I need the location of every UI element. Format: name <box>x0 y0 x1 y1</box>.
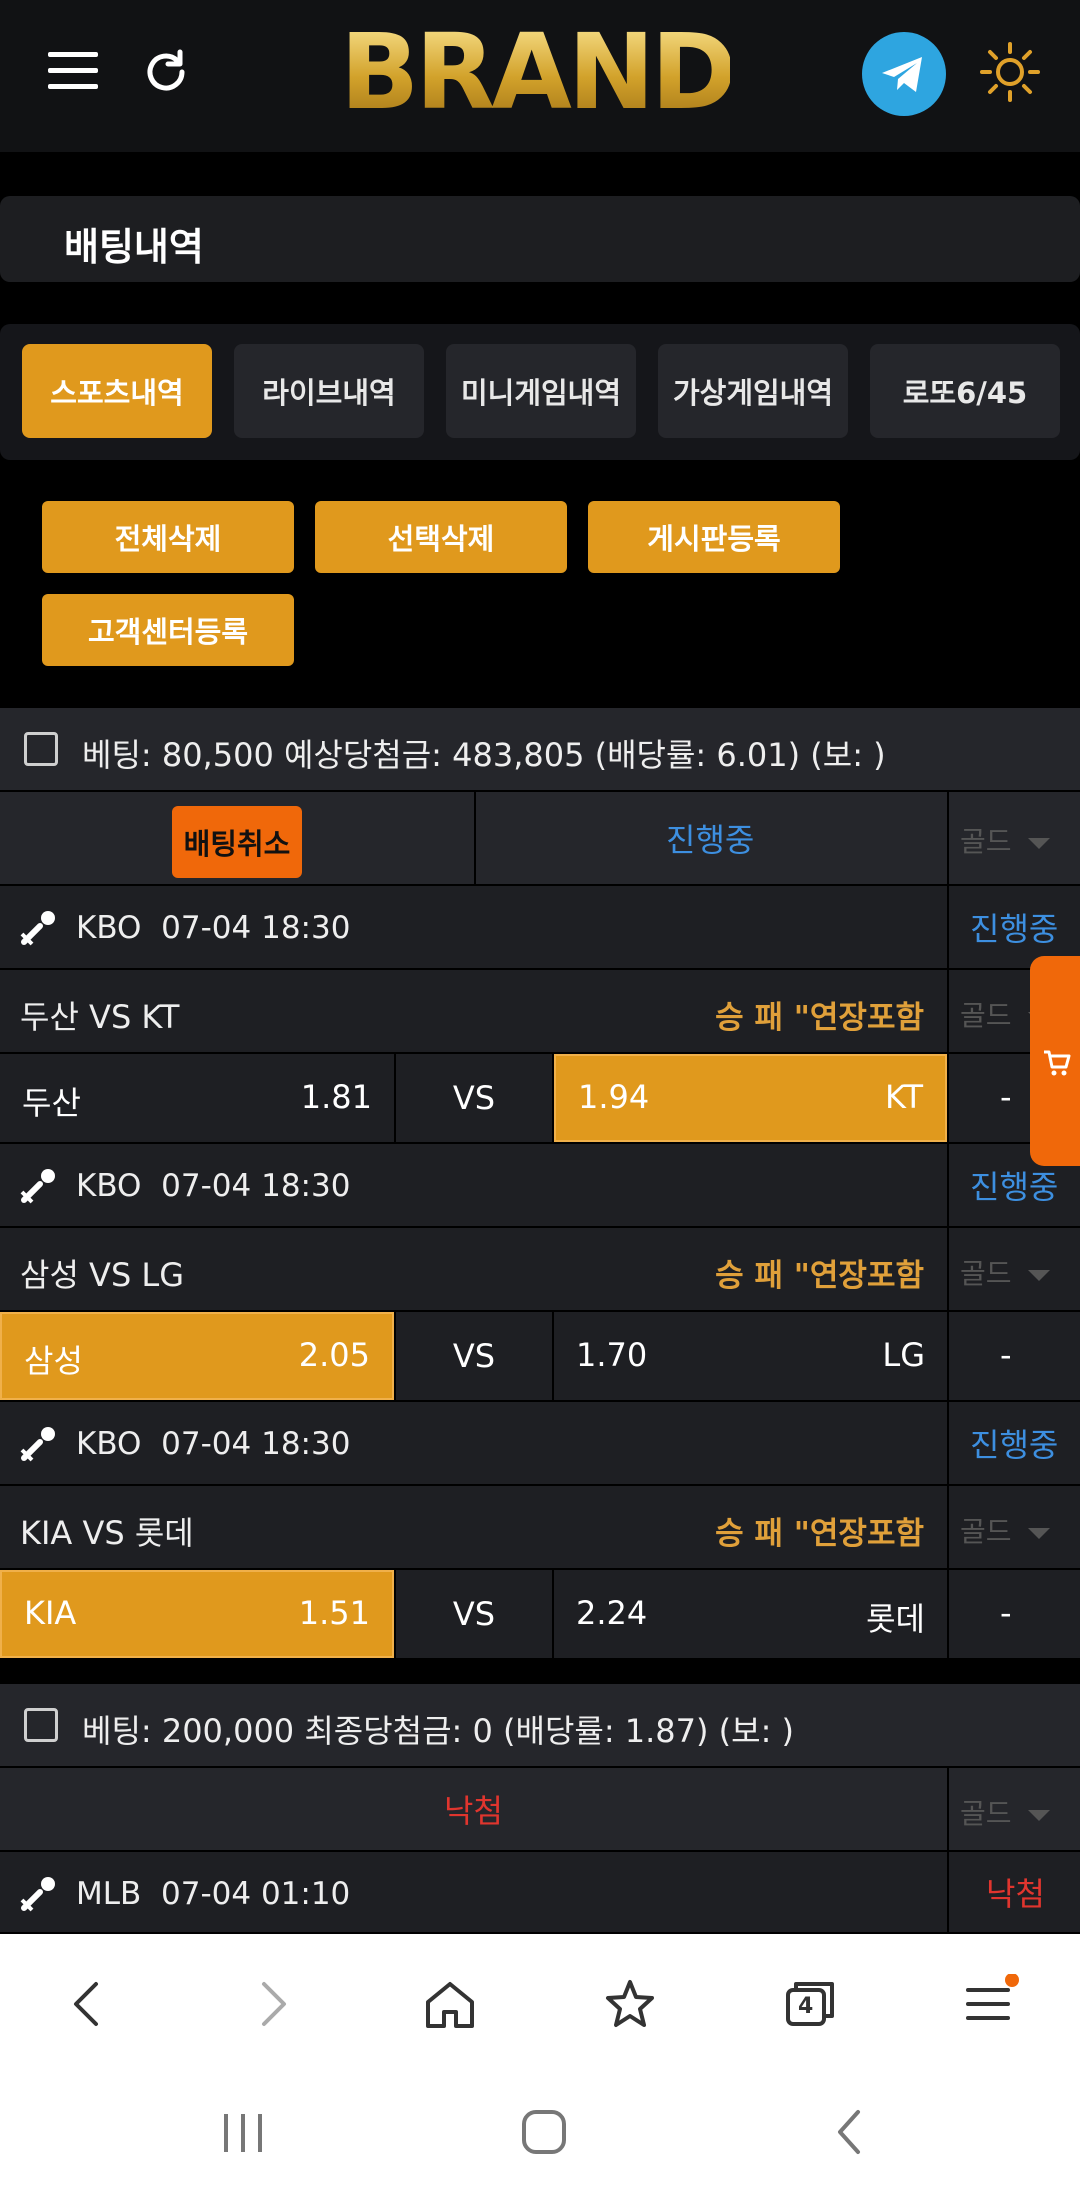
bet-checkbox[interactable] <box>24 732 58 766</box>
brand-logo[interactable]: BRAND <box>340 20 737 124</box>
bet-summary-row: 베팅: 200,000 최종당첨금: 0 (배당률: 1.87) (보: ) <box>0 1684 1080 1768</box>
tab-live[interactable]: 라이브내역 <box>234 344 424 438</box>
hamburger-menu-icon[interactable] <box>48 52 98 92</box>
game-header-row: MLB 07-04 01:10 낙첨 <box>0 1852 1080 1934</box>
sun-icon[interactable] <box>978 40 1042 104</box>
forward-icon[interactable] <box>242 1974 302 2034</box>
tab-count: 4 <box>798 1994 814 2019</box>
vs-label: VS <box>452 1337 496 1375</box>
league-time: MLB 07-04 01:10 <box>76 1876 351 1912</box>
match-title: 삼성 VS LG <box>20 1256 185 1294</box>
away-odds[interactable]: 2.24 롯데 <box>554 1570 947 1658</box>
league-time: KBO 07-04 18:30 <box>76 1168 351 1204</box>
delete-selected-button[interactable]: 선택삭제 <box>315 501 567 573</box>
bet-status: 진행중 <box>666 821 755 859</box>
market-label: 승 패 "연장포함 <box>715 1000 924 1036</box>
system-navigation-bar <box>0 2074 1080 2186</box>
baseball-icon <box>20 1877 55 1912</box>
away-odds[interactable]: 1.94 KT <box>554 1054 947 1142</box>
result-value: - <box>1000 1078 1012 1116</box>
odds-row: 두산 1.81 VS 1.94 KT - <box>0 1054 1080 1144</box>
home-odds[interactable]: KIA 1.51 <box>0 1570 394 1658</box>
bet-summary-text: 베팅: 200,000 최종당첨금: 0 (배당률: 1.87) (보: ) <box>82 1712 795 1750</box>
away-odds[interactable]: 1.70 LG <box>554 1312 947 1400</box>
bet-status: 낙첨 <box>444 1792 503 1830</box>
gold-dropdown[interactable]: 골드 <box>960 1792 1050 1832</box>
bet-checkbox[interactable] <box>24 1708 58 1742</box>
odds-row: KIA 1.51 VS 2.24 롯데 - <box>0 1570 1080 1660</box>
browser-menu-icon[interactable] <box>960 1973 1020 2034</box>
post-board-button[interactable]: 게시판등록 <box>588 501 840 573</box>
recents-icon[interactable] <box>218 2110 268 2156</box>
telegram-icon[interactable] <box>862 32 946 116</box>
tab-minigame[interactable]: 미니게임내역 <box>446 344 636 438</box>
top-header: BRAND <box>0 0 1080 152</box>
bookmark-star-icon[interactable] <box>600 1974 660 2034</box>
system-back-icon[interactable] <box>830 2108 870 2156</box>
market-label: 승 패 "연장포함 <box>715 1258 924 1294</box>
vs-label: VS <box>452 1595 496 1633</box>
match-title: 두산 VS KT <box>20 998 180 1036</box>
browser-toolbar: 4 <box>0 1934 1080 2074</box>
chevron-down-icon <box>1027 837 1050 849</box>
odds-row: 삼성 2.05 VS 1.70 LG - <box>0 1312 1080 1402</box>
result-value: - <box>1000 1594 1012 1632</box>
chevron-down-icon <box>1027 1809 1050 1821</box>
game-header-row: KBO 07-04 18:30 진행중 <box>0 886 1080 970</box>
baseball-icon <box>20 1427 55 1462</box>
delete-all-button[interactable]: 전체삭제 <box>42 501 294 573</box>
baseball-icon <box>20 911 55 946</box>
game-status: 진행중 <box>970 1426 1059 1464</box>
bet-summary-text: 베팅: 80,500 예상당첨금: 483,805 (배당률: 6.01) (보… <box>82 736 886 774</box>
gold-dropdown[interactable]: 골드 <box>960 820 1050 860</box>
baseball-icon <box>20 1169 55 1204</box>
gold-dropdown[interactable]: 골드 <box>960 1252 1050 1292</box>
tab-virtual[interactable]: 가상게임내역 <box>658 344 848 438</box>
post-support-button[interactable]: 고객센터등록 <box>42 594 294 666</box>
tabs-icon[interactable]: 4 <box>780 1974 840 2034</box>
market-label: 승 패 "연장포함 <box>715 1516 924 1552</box>
game-header-row: KBO 07-04 18:30 진행중 <box>0 1402 1080 1486</box>
match-row: 두산 VS KT 승 패 "연장포함 골드 <box>0 970 1080 1054</box>
bet-summary-row: 베팅: 80,500 예상당첨금: 483,805 (배당률: 6.01) (보… <box>0 708 1080 792</box>
home-button-icon[interactable] <box>520 2108 568 2156</box>
back-icon[interactable] <box>58 1974 118 2034</box>
result-value: - <box>1000 1336 1012 1374</box>
home-odds[interactable]: 두산 1.81 <box>0 1054 394 1142</box>
vs-label: VS <box>452 1079 496 1117</box>
match-row: 삼성 VS LG 승 패 "연장포함 골드 <box>0 1228 1080 1312</box>
tab-lotto[interactable]: 로또6/45 <box>870 344 1060 438</box>
league-time: KBO 07-04 18:30 <box>76 910 351 946</box>
tab-sports[interactable]: 스포츠내역 <box>22 344 212 438</box>
game-status: 낙첨 <box>986 1875 1045 1913</box>
cart-icon[interactable] <box>1030 956 1080 1166</box>
chevron-down-icon <box>1027 1269 1050 1281</box>
game-header-row: KBO 07-04 18:30 진행중 <box>0 1144 1080 1228</box>
page-title: 배팅내역 <box>64 225 204 269</box>
history-tabs: 스포츠내역 라이브내역 미니게임내역 가상게임내역 로또6/45 <box>0 324 1080 460</box>
league-time: KBO 07-04 18:30 <box>76 1426 351 1462</box>
home-odds[interactable]: 삼성 2.05 <box>0 1312 394 1400</box>
bet-status-row: 낙첨 골드 <box>0 1768 1080 1852</box>
match-title: KIA VS 롯데 <box>20 1514 194 1552</box>
chevron-down-icon <box>1027 1527 1050 1539</box>
bet-status-row: 배팅취소 진행중 골드 <box>0 792 1080 886</box>
cancel-bet-button[interactable]: 배팅취소 <box>172 806 302 878</box>
gold-dropdown[interactable]: 골드 <box>960 1510 1050 1550</box>
page: BRAND 배팅내역 스포츠내역 라이브내역 미니게임내역 가상게임내역 로또6… <box>0 0 1080 2186</box>
page-title-bar: 배팅내역 <box>0 196 1080 282</box>
refresh-icon[interactable] <box>140 46 192 98</box>
home-icon[interactable] <box>420 1974 480 2034</box>
match-row: KIA VS 롯데 승 패 "연장포함 골드 <box>0 1486 1080 1570</box>
